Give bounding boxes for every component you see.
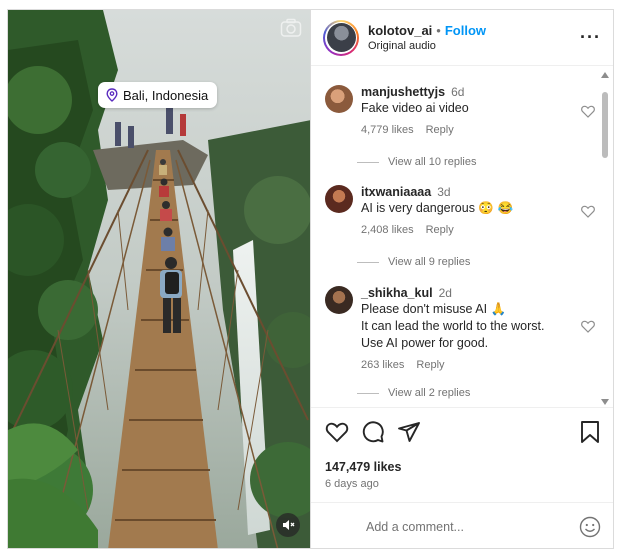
- post-sidebar: kolotov_ai • Follow Original audio ··· m…: [310, 10, 613, 548]
- scroll-down-arrow-icon[interactable]: [601, 399, 609, 405]
- smiley-icon[interactable]: [579, 516, 601, 538]
- add-comment-bar: [311, 502, 613, 548]
- comment-item: manjushettyjs 6d Fake video ai video 4,7…: [325, 85, 595, 136]
- comment-username[interactable]: itxwaniaaaa: [361, 185, 431, 199]
- comment-text-line: It can lead the world to the worst.: [361, 319, 545, 333]
- location-tag[interactable]: Bali, Indonesia: [98, 82, 218, 108]
- comment-text-line: Please don't misuse AI 🙏: [361, 302, 507, 316]
- view-replies-label: View all 2 replies: [388, 387, 471, 399]
- post-modal: Bali, Indonesia kolotov_ai • Follow Orig…: [7, 9, 614, 549]
- audio-label[interactable]: Original audio: [368, 40, 580, 52]
- likes-count[interactable]: 147,479 likes: [325, 460, 401, 474]
- comment-username[interactable]: _shikha_kul: [361, 286, 433, 300]
- send-icon[interactable]: [397, 420, 421, 444]
- reply-button[interactable]: Reply: [426, 124, 454, 136]
- comment-bubble-icon[interactable]: [361, 420, 385, 444]
- location-label: Bali, Indonesia: [123, 87, 209, 103]
- comment-likes[interactable]: 4,779 likes: [361, 124, 414, 136]
- comment-time: 2d: [438, 286, 452, 300]
- scroll-up-arrow-icon[interactable]: [601, 72, 609, 78]
- comment-text-line: Use AI power for good.: [361, 336, 489, 350]
- post-header: kolotov_ai • Follow Original audio ···: [311, 10, 613, 66]
- volume-off-icon: [282, 520, 294, 530]
- view-replies-label: View all 9 replies: [388, 256, 471, 268]
- post-actions: 147,479 likes 6 days ago: [311, 407, 613, 497]
- bookmark-icon[interactable]: [579, 420, 601, 444]
- separator-dot: •: [436, 23, 441, 38]
- comment-likes[interactable]: 263 likes: [361, 359, 404, 371]
- camera-icon: [280, 18, 302, 38]
- heart-icon[interactable]: [325, 420, 349, 444]
- commenter-avatar[interactable]: [325, 286, 353, 314]
- comment-input[interactable]: [366, 519, 579, 534]
- heart-icon[interactable]: [581, 105, 595, 118]
- author-avatar[interactable]: [323, 19, 359, 56]
- commenter-avatar[interactable]: [325, 185, 353, 213]
- comment-time: 6d: [451, 85, 465, 99]
- comments-list[interactable]: manjushettyjs 6d Fake video ai video 4,7…: [311, 67, 601, 407]
- scrollbar-thumb[interactable]: [602, 92, 608, 158]
- mute-toggle-button[interactable]: [276, 513, 300, 537]
- post-media[interactable]: Bali, Indonesia: [8, 10, 310, 548]
- comment-username[interactable]: manjushettyjs: [361, 85, 445, 99]
- author-username[interactable]: kolotov_ai: [368, 23, 432, 38]
- view-replies-button[interactable]: View all 10 replies: [357, 156, 476, 168]
- location-pin-icon: [106, 88, 118, 102]
- comment-time: 3d: [437, 185, 451, 199]
- commenter-avatar[interactable]: [325, 85, 353, 113]
- view-replies-button[interactable]: View all 9 replies: [357, 256, 470, 268]
- comment-likes[interactable]: 2,408 likes: [361, 224, 414, 236]
- post-timestamp[interactable]: 6 days ago: [325, 478, 379, 490]
- follow-button[interactable]: Follow: [445, 23, 486, 38]
- comment-text: AI is very dangerous 😳 😂: [361, 201, 514, 215]
- view-replies-button[interactable]: View all 2 replies: [357, 387, 470, 399]
- comment-item: itxwaniaaaa 3d AI is very dangerous 😳 😂 …: [325, 185, 595, 236]
- view-replies-label: View all 10 replies: [388, 156, 477, 168]
- comment-item: _shikha_kul 2d Please don't misuse AI 🙏 …: [325, 286, 595, 371]
- reply-button[interactable]: Reply: [416, 359, 444, 371]
- comment-text: Fake video ai video: [361, 101, 469, 115]
- heart-icon[interactable]: [581, 205, 595, 218]
- comments-scrollbar[interactable]: [600, 70, 610, 407]
- heart-icon[interactable]: [581, 320, 595, 333]
- reply-button[interactable]: Reply: [426, 224, 454, 236]
- more-options-button[interactable]: ···: [580, 27, 601, 48]
